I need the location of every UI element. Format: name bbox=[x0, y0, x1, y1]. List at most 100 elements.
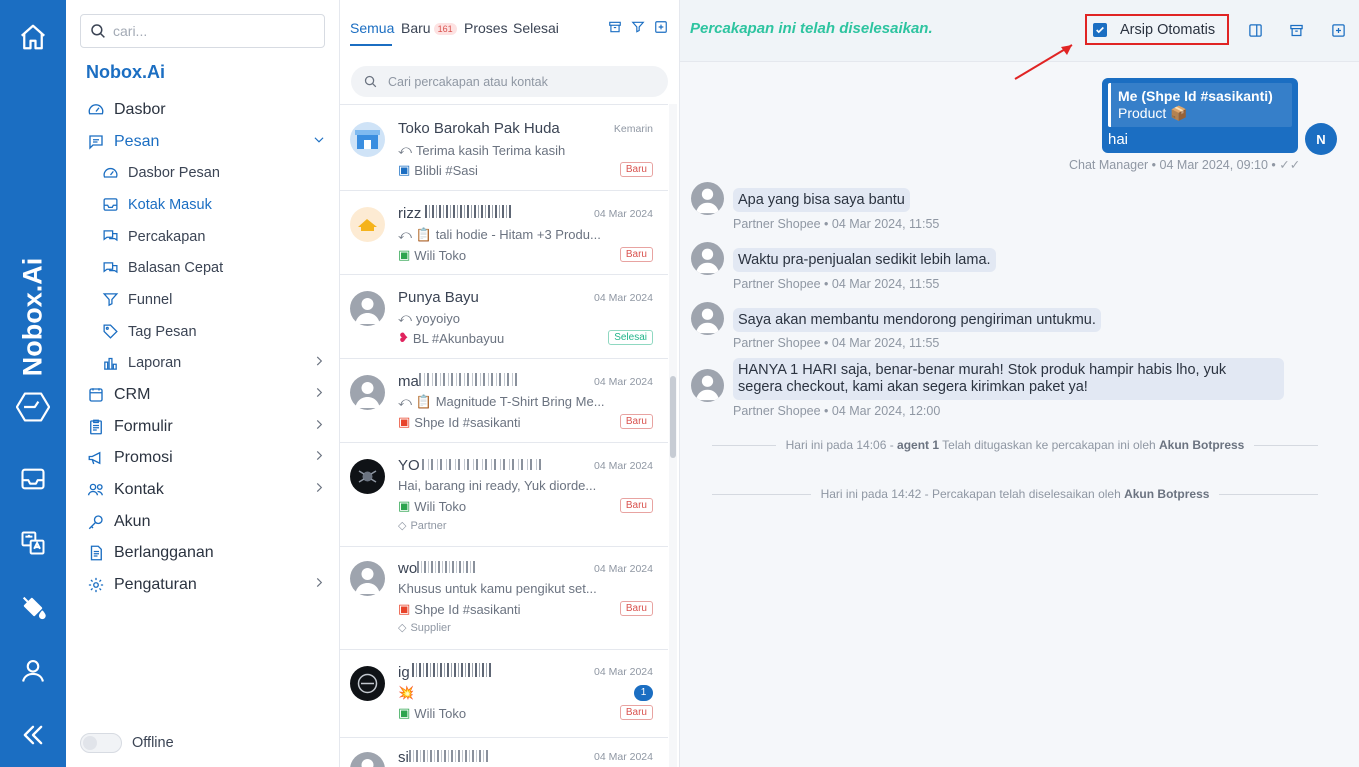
sidebar-item-funnel[interactable]: Funnel bbox=[66, 284, 340, 316]
conversation-item[interactable]: rizz 04 Mar 2024 ⤺ 📋 tali hodie - Hitam +… bbox=[340, 191, 668, 275]
incoming-message[interactable]: Apa yang bisa saya bantu bbox=[733, 188, 910, 212]
chat-panel: Percakapan ini telah diselesaikan. Arsip… bbox=[680, 0, 1359, 767]
auto-archive-checkbox[interactable]: Arsip Otomatis bbox=[1085, 14, 1229, 45]
status-badge: Baru bbox=[619, 705, 653, 720]
sidebar-item-formulir[interactable]: Formulir bbox=[66, 411, 340, 443]
sidebar-item-crm[interactable]: CRM bbox=[66, 379, 340, 411]
contacts-icon bbox=[86, 480, 106, 500]
gear-icon bbox=[86, 575, 106, 595]
checkbox-checked-icon[interactable] bbox=[1093, 22, 1107, 37]
sidebar-item-label: CRM bbox=[114, 386, 151, 404]
bukalapak-icon: ❥ bbox=[398, 330, 409, 345]
conversation-date: 04 Mar 2024 bbox=[594, 460, 653, 472]
online-toggle[interactable] bbox=[80, 733, 122, 753]
tab-semua[interactable]: Semua bbox=[350, 20, 394, 36]
channel-name: Shpe Id #sasikanti bbox=[414, 601, 521, 617]
filter-icon[interactable] bbox=[631, 20, 645, 39]
sidebar-item-pesan[interactable]: Pesan bbox=[66, 126, 340, 158]
conversation-scrollbar[interactable] bbox=[669, 104, 677, 767]
contact-name: si bbox=[398, 749, 489, 766]
sidebar-item-dasbor-pesan[interactable]: Dasbor Pesan bbox=[66, 157, 340, 189]
contact-avatar bbox=[691, 302, 724, 335]
archive-icon[interactable] bbox=[608, 20, 622, 39]
incoming-message[interactable]: Waktu pra-penjualan sedikit lebih lama. bbox=[733, 248, 996, 272]
contact-tag-label: Supplier bbox=[410, 621, 451, 634]
message-meta: Chat Manager • 04 Mar 2024, 09:10 • ✓✓ bbox=[1069, 157, 1300, 172]
sidebar-item-berlangganan[interactable]: Berlangganan bbox=[66, 538, 340, 570]
unread-count-badge: 1 bbox=[634, 685, 653, 701]
sidebar-item-kontak[interactable]: Kontak bbox=[66, 474, 340, 506]
tab-baru[interactable]: Baru 161 bbox=[401, 20, 457, 36]
key-icon bbox=[86, 512, 106, 532]
contact-name: YO bbox=[398, 457, 542, 474]
channel-name: Shpe Id #sasikanti bbox=[414, 414, 521, 430]
tag-icon bbox=[100, 322, 120, 342]
reply-icon: ⤺ bbox=[398, 142, 412, 157]
status-badge: Baru bbox=[619, 162, 653, 177]
sidebar-item-kotak-masuk[interactable]: Kotak Masuk bbox=[66, 189, 340, 221]
scrollbar-thumb[interactable] bbox=[670, 376, 676, 458]
conversation-item[interactable]: ma 04 Mar 2024 ⤺ 📋 Magnitude T-Shirt Brin… bbox=[340, 359, 668, 443]
default-avatar bbox=[350, 291, 385, 326]
sidebar-item-label: Kotak Masuk bbox=[128, 196, 212, 213]
last-message: ⤺ Terima kasih Terima kasih bbox=[398, 142, 618, 158]
outgoing-message[interactable]: Me (Shpe Id #sasikanti) Product 📦 hai bbox=[1102, 78, 1298, 153]
conversation-date: 04 Mar 2024 bbox=[594, 292, 653, 304]
conversation-item[interactable]: Punya Bayu 04 Mar 2024 ⤺ yoyoiyo ❥ BL #Aku… bbox=[340, 275, 668, 359]
redacted-name bbox=[418, 373, 519, 386]
contact-name: Punya Bayu bbox=[398, 289, 479, 306]
sidebar-item-balasan-cepat[interactable]: Balasan Cepat bbox=[66, 252, 340, 284]
new-window-icon[interactable] bbox=[1329, 21, 1347, 39]
conversation-search-placeholder: Cari percakapan atau kontak bbox=[388, 74, 548, 89]
last-message: 💥 bbox=[398, 685, 415, 700]
conversation-search-input[interactable]: Cari percakapan atau kontak bbox=[351, 66, 668, 97]
channel-name: Blibli #Sasi bbox=[414, 162, 478, 178]
conversation-item[interactable]: ig 04 Mar 2024 💥 1 ▣ Wili Toko Baru bbox=[340, 650, 668, 738]
user-icon[interactable] bbox=[16, 654, 50, 688]
conversation-item[interactable]: Toko Barokah Pak Huda Kemarin ⤺ Terima ka… bbox=[340, 105, 668, 191]
incoming-message[interactable]: HANYA 1 HARI saja, benar-benar murah! St… bbox=[733, 358, 1284, 400]
tab-selesai[interactable]: Selesai bbox=[513, 20, 559, 36]
status-toggle[interactable]: Offline bbox=[80, 733, 174, 753]
contact-name: ig bbox=[398, 663, 492, 681]
tab-proses[interactable]: Proses bbox=[464, 20, 508, 36]
channel: ▣ Wili Toko bbox=[398, 498, 618, 514]
message-meta: Partner Shopee • 04 Mar 2024, 12:00 bbox=[733, 404, 941, 418]
conversation-item[interactable]: wo 04 Mar 2024 Khusus untuk kamu pengiku… bbox=[340, 547, 668, 650]
sidebar-item-promosi[interactable]: Promosi bbox=[66, 443, 340, 475]
quoted-title: Me (Shpe Id #sasikanti) bbox=[1118, 88, 1273, 104]
incoming-message[interactable]: Saya akan membantu mendorong pengiriman … bbox=[733, 308, 1101, 332]
conversation-date: Kemarin bbox=[613, 123, 653, 135]
sidebar-item-dasbor[interactable]: Dasbor bbox=[66, 94, 340, 126]
collapse-icon[interactable] bbox=[16, 718, 50, 752]
split-view-icon[interactable] bbox=[1246, 21, 1264, 39]
conversation-item[interactable]: YO 04 Mar 2024 Hai, barang ini ready, Yu… bbox=[340, 443, 668, 547]
last-message-text: Terima kasih Terima kasih bbox=[415, 142, 566, 158]
sidebar-item-laporan[interactable]: Laporan bbox=[66, 348, 340, 380]
sidebar-item-percakapan[interactable]: Percakapan bbox=[66, 221, 340, 253]
translate-icon[interactable] bbox=[16, 526, 50, 560]
sidebar-item-pengaturan[interactable]: Pengaturan bbox=[66, 569, 340, 601]
message-text: hai bbox=[1108, 131, 1129, 148]
home-icon[interactable] bbox=[16, 20, 50, 54]
actor-name: Akun Botpress bbox=[1159, 438, 1245, 452]
sidebar-item-tag-pesan[interactable]: Tag Pesan bbox=[66, 316, 340, 348]
chevron-right-icon bbox=[312, 354, 326, 372]
agent-name: agent 1 bbox=[897, 438, 940, 452]
message-meta: Partner Shopee • 04 Mar 2024, 11:55 bbox=[733, 336, 940, 350]
inbox-icon[interactable] bbox=[16, 462, 50, 496]
sidebar-nav: Dasbor Pesan Dasbor Pesan Kotak Masuk Pe… bbox=[66, 94, 340, 601]
archive-icon[interactable] bbox=[1287, 21, 1305, 39]
contact-avatar bbox=[350, 207, 385, 242]
new-conversation-icon[interactable] bbox=[654, 20, 668, 39]
sidebar-item-label: Dasbor Pesan bbox=[128, 165, 220, 182]
sidebar-item-akun[interactable]: Akun bbox=[66, 506, 340, 538]
paint-bucket-icon[interactable] bbox=[16, 590, 50, 624]
sidebar-search-input[interactable]: cari... bbox=[80, 14, 325, 48]
auto-archive-label: Arsip Otomatis bbox=[1120, 21, 1216, 38]
conversation-item[interactable]: si 04 Mar 2024 bbox=[340, 738, 668, 767]
channel: ▣ Wili Toko bbox=[398, 247, 618, 263]
channel: ▣ Wili Toko bbox=[398, 705, 618, 721]
channel: ▣ Blibli #Sasi bbox=[398, 162, 618, 178]
sidebar-item-label: Pesan bbox=[114, 132, 160, 150]
